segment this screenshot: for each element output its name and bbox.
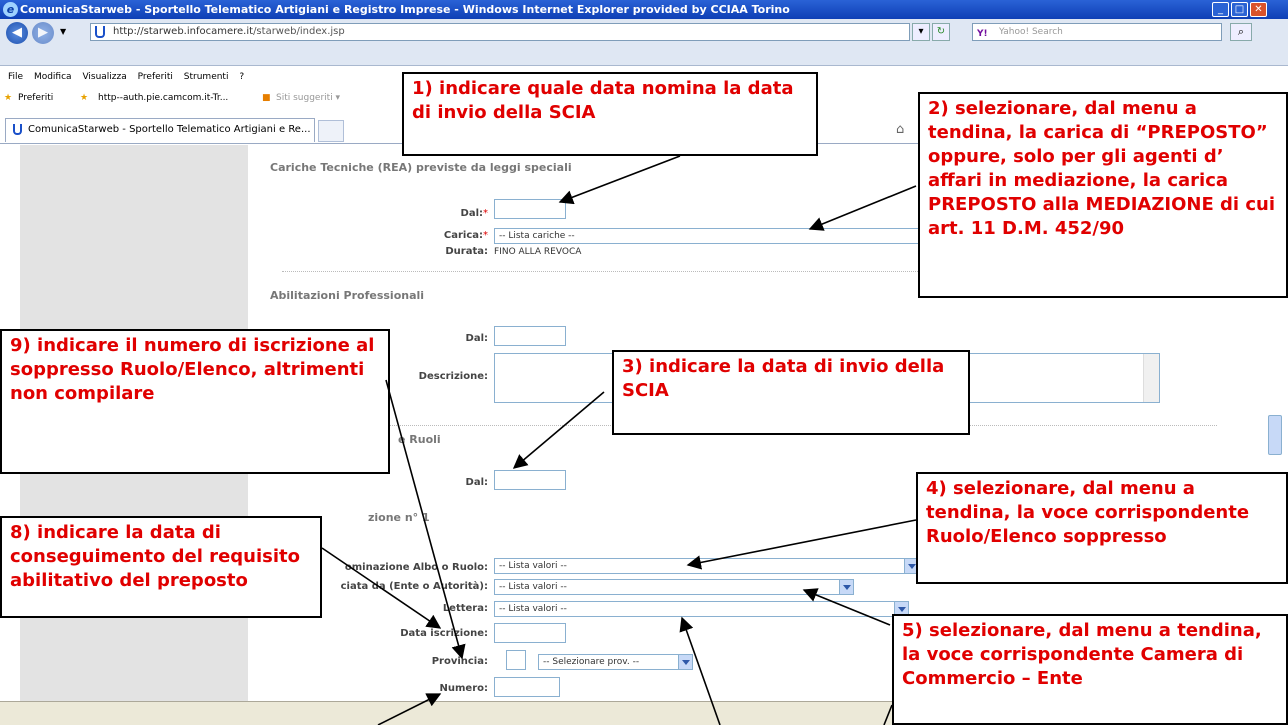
lettera-select[interactable]: -- Lista valori -- — [494, 601, 909, 617]
albi-dal-input[interactable] — [494, 470, 566, 490]
callout-9: 9) indicare il numero di iscrizione al s… — [0, 329, 390, 474]
numero-input[interactable] — [494, 677, 560, 697]
favorites-button[interactable]: Preferiti — [18, 93, 53, 103]
durata-value: FINO ALLA REVOCA — [494, 247, 582, 257]
favorite-link-camcom[interactable]: http--auth.pie.camcom.it-Tr... — [98, 93, 228, 103]
callout-5: 5) selezionare, dal menu a tendina, la v… — [892, 614, 1288, 725]
yahoo-icon: Y! — [977, 29, 988, 39]
search-icon[interactable]: ⌕ — [1230, 23, 1252, 41]
page-scrollbar-thumb[interactable] — [1268, 415, 1282, 455]
search-input[interactable]: Y! Yahoo! Search — [972, 23, 1222, 41]
rss-icon: ■ — [262, 93, 271, 103]
home-icon[interactable]: ⌂ — [896, 122, 904, 137]
dal-label: Dal:* — [460, 208, 488, 219]
callout-1: 1) indicare quale data nomina la data di… — [402, 72, 818, 156]
denominazione-select[interactable]: -- Lista valori -- — [494, 558, 919, 574]
abilitazioni-dal-input[interactable] — [494, 326, 566, 346]
address-dropdown-icon[interactable]: ▾ — [912, 23, 930, 41]
callout-2: 2) selezionare, dal menu a tendina, la c… — [918, 92, 1288, 298]
section-cariche-tecniche: Cariche Tecniche (REA) previste da leggi… — [270, 161, 572, 174]
denominazione-label: ominazione Albo o Ruolo: — [344, 562, 488, 573]
history-dropdown-icon[interactable]: ▼ — [60, 27, 66, 36]
site-favicon-icon — [13, 124, 22, 135]
abilitazioni-dal-label: Dal: — [465, 333, 488, 344]
textarea-scrollbar[interactable] — [1143, 354, 1159, 402]
window-titlebar: e ComunicaStarweb - Sportello Telematico… — [0, 0, 1288, 19]
numero-label: Numero: — [439, 683, 489, 694]
address-input[interactable]: http://starweb.infocamere.it/starweb/ind… — [90, 23, 910, 41]
durata-label: Durata: — [445, 246, 488, 257]
add-favorite-icon[interactable]: ★ — [80, 93, 88, 103]
provincia-label: Provincia: — [431, 656, 488, 667]
data-iscrizione-label: Data iscrizione: — [400, 628, 488, 639]
menu-bar: File Modifica Visualizza Preferiti Strum… — [0, 72, 244, 88]
ie-logo-icon: e — [3, 2, 18, 17]
rilasciata-select[interactable]: -- Lista valori -- — [494, 579, 854, 595]
section-iscrizione-1: zione n° 1 — [368, 511, 430, 524]
section-abilitazioni: Abilitazioni Professionali — [270, 289, 425, 302]
menu-file[interactable]: File — [8, 72, 23, 82]
provincia-select[interactable]: -- Selezionare prov. -- — [538, 654, 693, 670]
menu-visualizza[interactable]: Visualizza — [82, 72, 126, 82]
callout-8: 8) indicare la data di conseguimento del… — [0, 516, 322, 618]
albi-dal-label: Dal: — [465, 477, 488, 488]
tab-comunicastarweb[interactable]: ComunicaStarweb - Sportello Telematico A… — [5, 118, 315, 142]
divider — [282, 271, 922, 272]
refresh-icon[interactable]: ↻ — [932, 23, 950, 41]
menu-preferiti[interactable]: Preferiti — [138, 72, 173, 82]
suggested-sites-link[interactable]: Siti suggeriti ▾ — [276, 93, 340, 103]
address-toolbar: ◀ ▶ ▼ http://starweb.infocamere.it/starw… — [0, 19, 1288, 66]
callout-4: 4) selezionare, dal menu a tendina, la v… — [916, 472, 1288, 584]
minimize-icon[interactable]: _ — [1212, 2, 1229, 17]
menu-modifica[interactable]: Modifica — [34, 72, 72, 82]
callout-3: 3) indicare la data di invio della SCIA — [612, 350, 970, 435]
section-albi-ruoli: e Ruoli — [398, 433, 441, 446]
window-title: ComunicaStarweb - Sportello Telematico A… — [20, 3, 790, 16]
descrizione-label: Descrizione: — [418, 371, 488, 382]
site-favicon-icon — [95, 26, 105, 38]
menu-strumenti[interactable]: Strumenti — [184, 72, 229, 82]
carica-label: Carica:* — [443, 230, 488, 241]
carica-select[interactable]: -- Lista cariche -- — [494, 228, 924, 244]
new-tab-button[interactable] — [318, 120, 344, 142]
provincia-input[interactable] — [506, 650, 526, 670]
menu-help[interactable]: ? — [239, 72, 244, 82]
lettera-label: Lettera: — [442, 603, 488, 614]
carica-dal-input[interactable] — [494, 199, 566, 219]
back-icon[interactable]: ◀ — [6, 22, 28, 44]
star-icon: ★ — [4, 93, 13, 103]
data-iscrizione-input[interactable] — [494, 623, 566, 643]
maximize-icon[interactable]: □ — [1231, 2, 1248, 17]
forward-icon[interactable]: ▶ — [32, 22, 54, 44]
close-icon[interactable]: ✕ — [1250, 2, 1267, 17]
